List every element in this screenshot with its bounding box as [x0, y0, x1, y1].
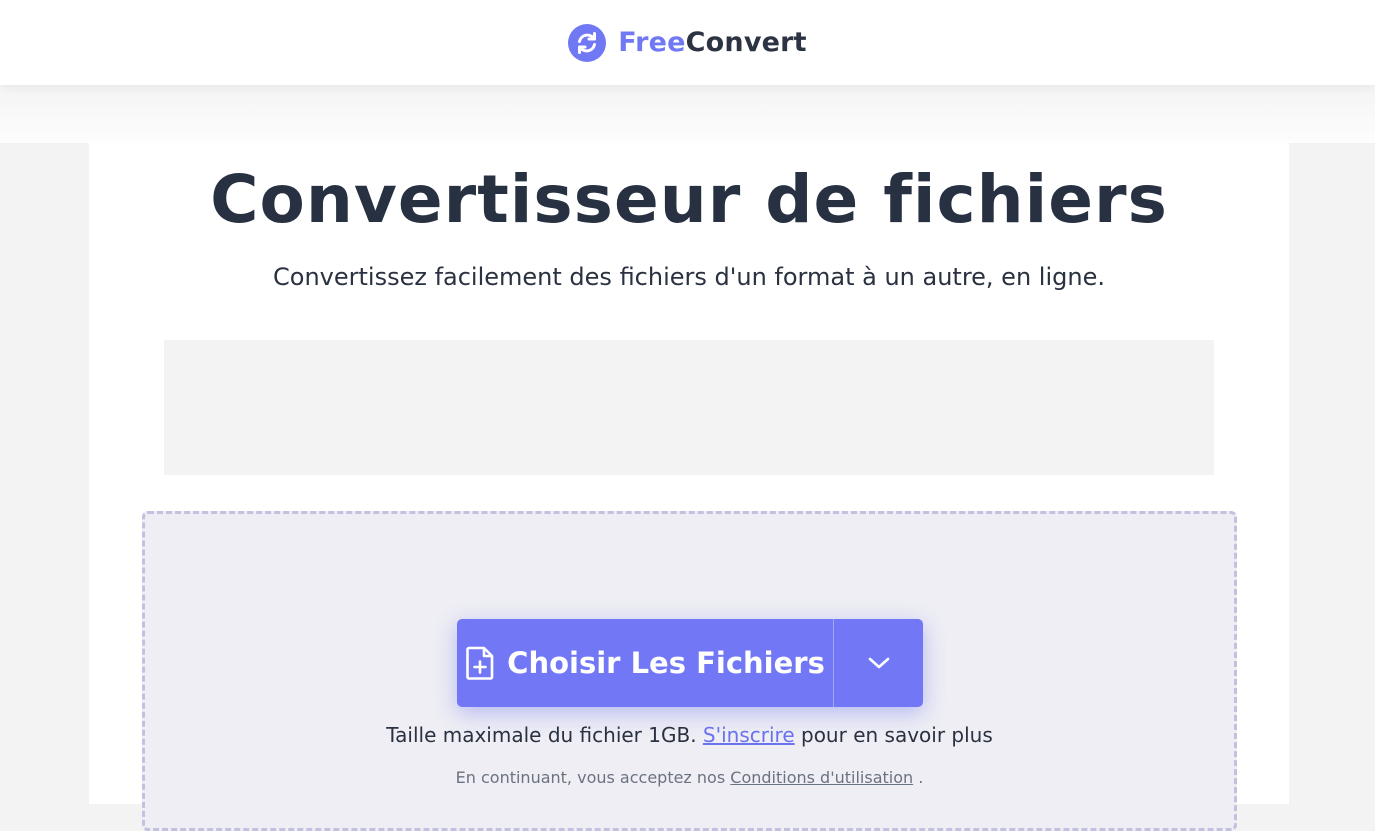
terms-suffix-text: .	[918, 768, 924, 787]
header-shadow-band	[0, 85, 1375, 143]
ad-placeholder	[164, 340, 1214, 475]
terms-note: En continuant, vous acceptez nos Conditi…	[145, 768, 1234, 787]
upload-source-dropdown-button[interactable]	[834, 619, 923, 707]
terms-link[interactable]: Conditions d'utilisation	[730, 768, 913, 787]
chevron-down-icon	[868, 657, 889, 669]
max-file-size-note: Taille maximale du fichier 1GB. S'inscri…	[145, 723, 1234, 747]
choose-files-button-group: Choisir Les Fichiers	[457, 619, 923, 707]
logo-free-text: Free	[618, 27, 686, 58]
page-subtitle: Convertissez facilement des fichiers d'u…	[273, 263, 1105, 291]
page-title: Convertisseur de fichiers	[210, 161, 1168, 238]
choose-files-label: Choisir Les Fichiers	[507, 646, 825, 680]
max-size-text: Taille maximale du fichier 1GB.	[386, 723, 697, 747]
signup-link[interactable]: S'inscrire	[703, 723, 795, 747]
max-size-suffix-text: pour en savoir plus	[801, 723, 993, 747]
file-dropzone[interactable]: Choisir Les Fichiers Taille maximale du …	[142, 511, 1237, 831]
site-header: FreeConvert	[0, 0, 1375, 85]
terms-prefix-text: En continuant, vous acceptez nos	[455, 768, 726, 787]
logo-text: FreeConvert	[618, 27, 807, 58]
refresh-circle-icon	[568, 23, 607, 62]
main-content: Convertisseur de fichiers Convertissez f…	[89, 143, 1289, 831]
logo-convert-text: Convert	[685, 27, 807, 58]
choose-files-button[interactable]: Choisir Les Fichiers	[457, 619, 833, 707]
logo[interactable]: FreeConvert	[568, 23, 807, 62]
file-plus-icon	[466, 646, 494, 680]
